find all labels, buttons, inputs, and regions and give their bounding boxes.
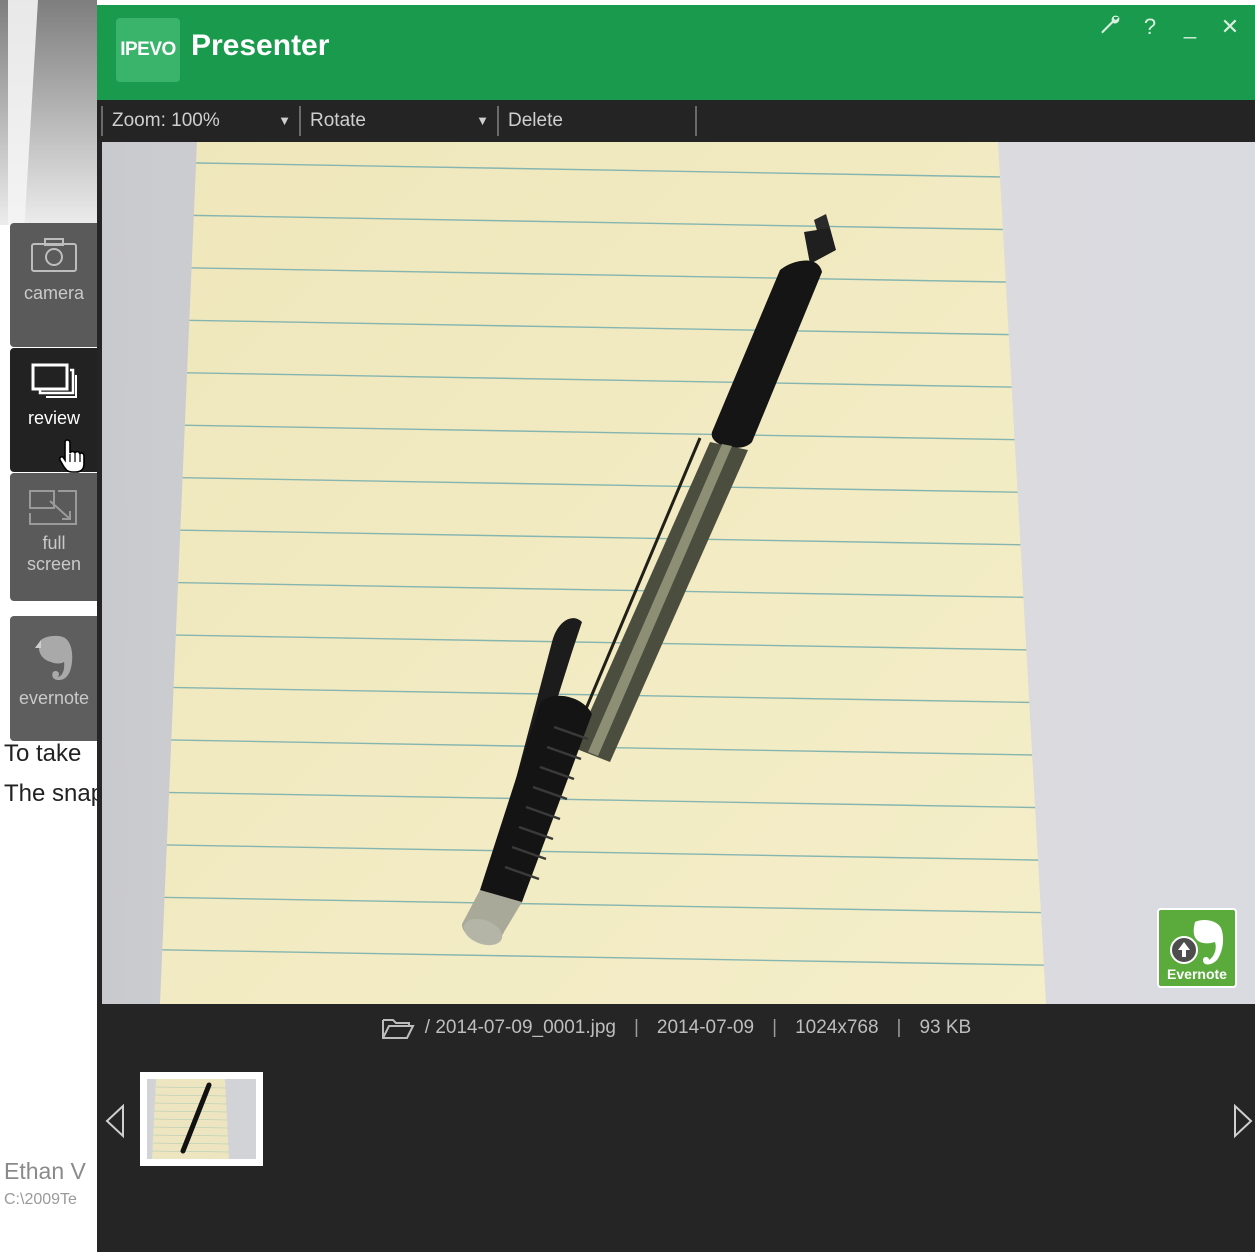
rotate-dropdown[interactable]: Rotate ▼	[299, 106, 497, 136]
thumbnail-strip	[97, 1051, 1255, 1252]
rotate-label: Rotate	[310, 110, 366, 131]
toolbar: Zoom: 100% ▼ Rotate ▼ Delete	[97, 100, 1255, 142]
settings-button[interactable]	[1097, 13, 1123, 41]
full-screen-label-line1: full	[42, 533, 66, 553]
chevron-down-icon: ▼	[476, 113, 489, 128]
zoom-dropdown[interactable]: Zoom: 100% ▼	[101, 106, 299, 136]
close-button[interactable]: ✕	[1217, 14, 1243, 40]
separator: |	[772, 1017, 778, 1038]
captured-photo	[102, 142, 1255, 1004]
thumbnail-photo	[147, 1079, 256, 1159]
camera-mode-label: camera	[23, 283, 85, 303]
background-text-line: The snap	[4, 780, 97, 807]
camera-icon	[31, 238, 77, 272]
app-title: Presenter	[191, 29, 330, 62]
thumbnail-image	[147, 1079, 256, 1159]
evernote-upload-icon	[1170, 920, 1224, 965]
screen: To take The snap Ethan V C:\2009Te camer…	[0, 0, 1255, 1252]
presenter-window: IPEVO Presenter ? _ ✕ Zoom: 100% ▼ Rotat…	[97, 5, 1255, 1252]
delete-label: Delete	[508, 110, 563, 131]
background-file-path: C:\2009Te	[4, 1191, 77, 1208]
evernote-upload-label: Evernote	[1167, 966, 1227, 982]
fullscreen-icon	[29, 490, 77, 525]
delete-button[interactable]: Delete	[497, 106, 695, 136]
toolbar-divider	[695, 106, 697, 136]
zoom-label: Zoom: 100%	[112, 110, 220, 131]
background-author-name: Ethan V	[4, 1158, 86, 1184]
previous-arrow-icon[interactable]	[103, 1103, 127, 1139]
folder-open-icon[interactable]	[381, 1016, 415, 1040]
full-screen-label-line2: screen	[26, 554, 82, 574]
notepad-paper	[160, 142, 1046, 1004]
evernote-mode-label: evernote	[18, 688, 90, 708]
chevron-down-icon: ▼	[278, 113, 291, 128]
image-viewport[interactable]: Evernote	[102, 142, 1255, 1004]
file-date: 2014-07-09	[656, 1017, 755, 1038]
separator: |	[633, 1017, 639, 1038]
title-bar[interactable]: IPEVO Presenter ? _ ✕	[97, 5, 1255, 100]
window-controls: ? _ ✕	[1097, 11, 1243, 43]
next-arrow-icon[interactable]	[1231, 1103, 1255, 1139]
wrench-icon	[1101, 15, 1120, 34]
background-photo-strip	[0, 0, 97, 225]
full-screen-mode-button[interactable]: full screen	[10, 473, 98, 601]
review-mode-label: review	[27, 408, 80, 428]
file-size: 93 KB	[919, 1017, 972, 1038]
ipevo-logo: IPEVO	[116, 18, 180, 82]
camera-mode-button[interactable]: camera	[10, 223, 98, 347]
evernote-upload-button[interactable]: Evernote	[1157, 908, 1237, 988]
evernote-icon	[35, 635, 73, 680]
minimize-button[interactable]: _	[1177, 14, 1203, 40]
file-info-bar: / 2014-07-09_0001.jpg | 2014-07-09 | 102…	[97, 1005, 1255, 1051]
evernote-mode-button[interactable]: evernote	[10, 616, 98, 741]
help-button[interactable]: ?	[1137, 14, 1163, 40]
hand-pointer-cursor-icon	[58, 439, 85, 473]
background-text-line: To take	[4, 740, 82, 767]
file-name: / 2014-07-09_0001.jpg	[424, 1017, 616, 1038]
image-resolution: 1024x768	[795, 1017, 879, 1038]
review-icon	[31, 363, 77, 398]
thumbnail-selected[interactable]	[140, 1072, 263, 1166]
separator: |	[896, 1017, 902, 1038]
